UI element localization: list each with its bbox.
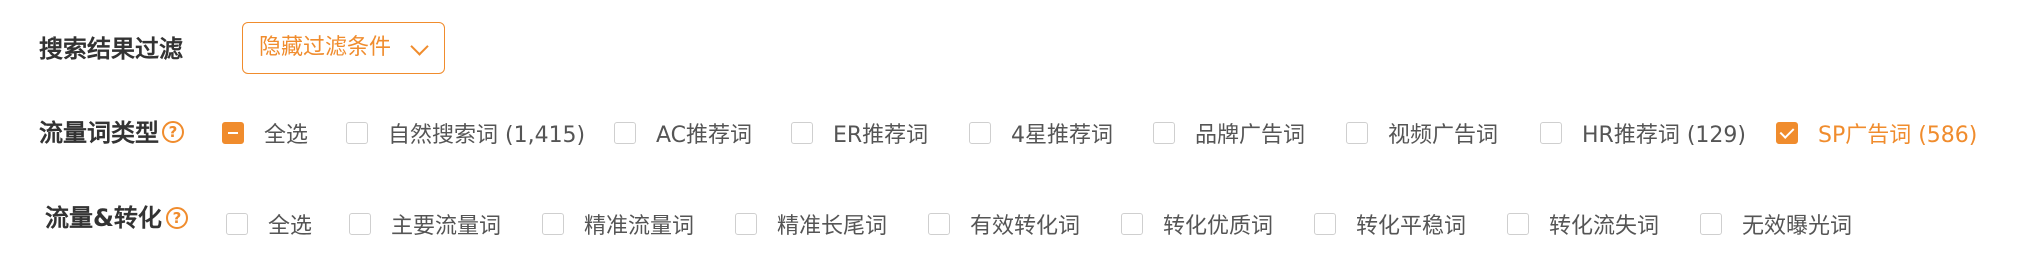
checkbox[interactable] bbox=[1121, 213, 1143, 235]
option-natural-search[interactable]: 自然搜索词 (1,415) bbox=[346, 106, 585, 160]
option-label: 全选 bbox=[268, 214, 313, 239]
option-label: 转化平稳词 bbox=[1356, 214, 1467, 239]
option-label: 转化流失词 bbox=[1549, 214, 1660, 239]
option-label: 全选 bbox=[264, 123, 309, 148]
option-select-all[interactable]: 全选 bbox=[222, 106, 308, 160]
option-main-traffic[interactable]: 主要流量词 bbox=[349, 197, 501, 251]
checkbox[interactable] bbox=[735, 213, 757, 235]
filter-title: 搜索结果过滤 bbox=[39, 35, 183, 63]
hide-filters-dropdown[interactable]: 隐藏过滤条件 bbox=[242, 22, 445, 74]
option-sp-ads[interactable]: SP广告词 (586) bbox=[1776, 106, 1977, 160]
checkbox[interactable] bbox=[349, 213, 371, 235]
option-lost-conversion[interactable]: 转化流失词 bbox=[1507, 197, 1659, 251]
option-label: 视频广告词 bbox=[1388, 123, 1499, 148]
option-label: HR推荐词 (129) bbox=[1582, 123, 1746, 148]
checkbox[interactable] bbox=[346, 122, 368, 144]
traffic-conversion-row: 流量&转化 ? 全选 主要流量词 精准流量词 精准长尾词 有效转化词 转化优质词… bbox=[0, 197, 2039, 251]
option-precise-traffic[interactable]: 精准流量词 bbox=[542, 197, 694, 251]
checkbox[interactable] bbox=[791, 122, 813, 144]
option-video-ads[interactable]: 视频广告词 bbox=[1346, 106, 1498, 160]
option-invalid-exposure[interactable]: 无效曝光词 bbox=[1700, 197, 1852, 251]
hide-filters-label: 隐藏过滤条件 bbox=[259, 35, 392, 60]
option-precise-longtail[interactable]: 精准长尾词 bbox=[735, 197, 887, 251]
option-ac-recommend[interactable]: AC推荐词 bbox=[614, 106, 752, 160]
traffic-conversion-label: 流量&转化 bbox=[45, 204, 162, 232]
checkbox[interactable] bbox=[928, 213, 950, 235]
option-label: 4星推荐词 bbox=[1011, 123, 1113, 148]
option-brand-ads[interactable]: 品牌广告词 bbox=[1153, 106, 1305, 160]
option-hr-recommend[interactable]: HR推荐词 (129) bbox=[1540, 106, 1746, 160]
traffic-word-type-row: 流量词类型 ? 全选 自然搜索词 (1,415) AC推荐词 ER推荐词 4星推… bbox=[0, 106, 2039, 160]
checkbox[interactable] bbox=[542, 213, 564, 235]
option-stable-conversion[interactable]: 转化平稳词 bbox=[1314, 197, 1466, 251]
question-circle-icon[interactable]: ? bbox=[166, 207, 188, 229]
option-label: 主要流量词 bbox=[391, 214, 502, 239]
checkbox[interactable] bbox=[1776, 122, 1798, 144]
traffic-word-type-label: 流量词类型 bbox=[39, 119, 159, 147]
option-label: 转化优质词 bbox=[1163, 214, 1274, 239]
option-4star-recommend[interactable]: 4星推荐词 bbox=[969, 106, 1113, 160]
option-label: 无效曝光词 bbox=[1742, 214, 1853, 239]
option-label: 有效转化词 bbox=[970, 214, 1081, 239]
checkbox[interactable] bbox=[1700, 213, 1722, 235]
option-label: 精准长尾词 bbox=[777, 214, 888, 239]
option-label: 精准流量词 bbox=[584, 214, 695, 239]
checkbox[interactable] bbox=[1346, 122, 1368, 144]
option-quality-conversion[interactable]: 转化优质词 bbox=[1121, 197, 1273, 251]
option-label: 品牌广告词 bbox=[1195, 123, 1306, 148]
checkbox[interactable] bbox=[969, 122, 991, 144]
option-er-recommend[interactable]: ER推荐词 bbox=[791, 106, 928, 160]
checkbox[interactable] bbox=[1540, 122, 1562, 144]
option-label: ER推荐词 bbox=[833, 123, 929, 148]
option-label: AC推荐词 bbox=[656, 123, 753, 148]
question-circle-icon[interactable]: ? bbox=[162, 121, 184, 143]
checkbox[interactable] bbox=[222, 122, 244, 144]
option-effective-conversion[interactable]: 有效转化词 bbox=[928, 197, 1080, 251]
option-label: 自然搜索词 (1,415) bbox=[388, 123, 586, 148]
chevron-down-icon bbox=[410, 37, 429, 56]
option-select-all[interactable]: 全选 bbox=[226, 197, 312, 251]
checkbox[interactable] bbox=[1153, 122, 1175, 144]
checkbox[interactable] bbox=[1507, 213, 1529, 235]
option-label: SP广告词 (586) bbox=[1818, 123, 1978, 148]
checkbox[interactable] bbox=[1314, 213, 1336, 235]
checkbox[interactable] bbox=[614, 122, 636, 144]
checkbox[interactable] bbox=[226, 213, 248, 235]
